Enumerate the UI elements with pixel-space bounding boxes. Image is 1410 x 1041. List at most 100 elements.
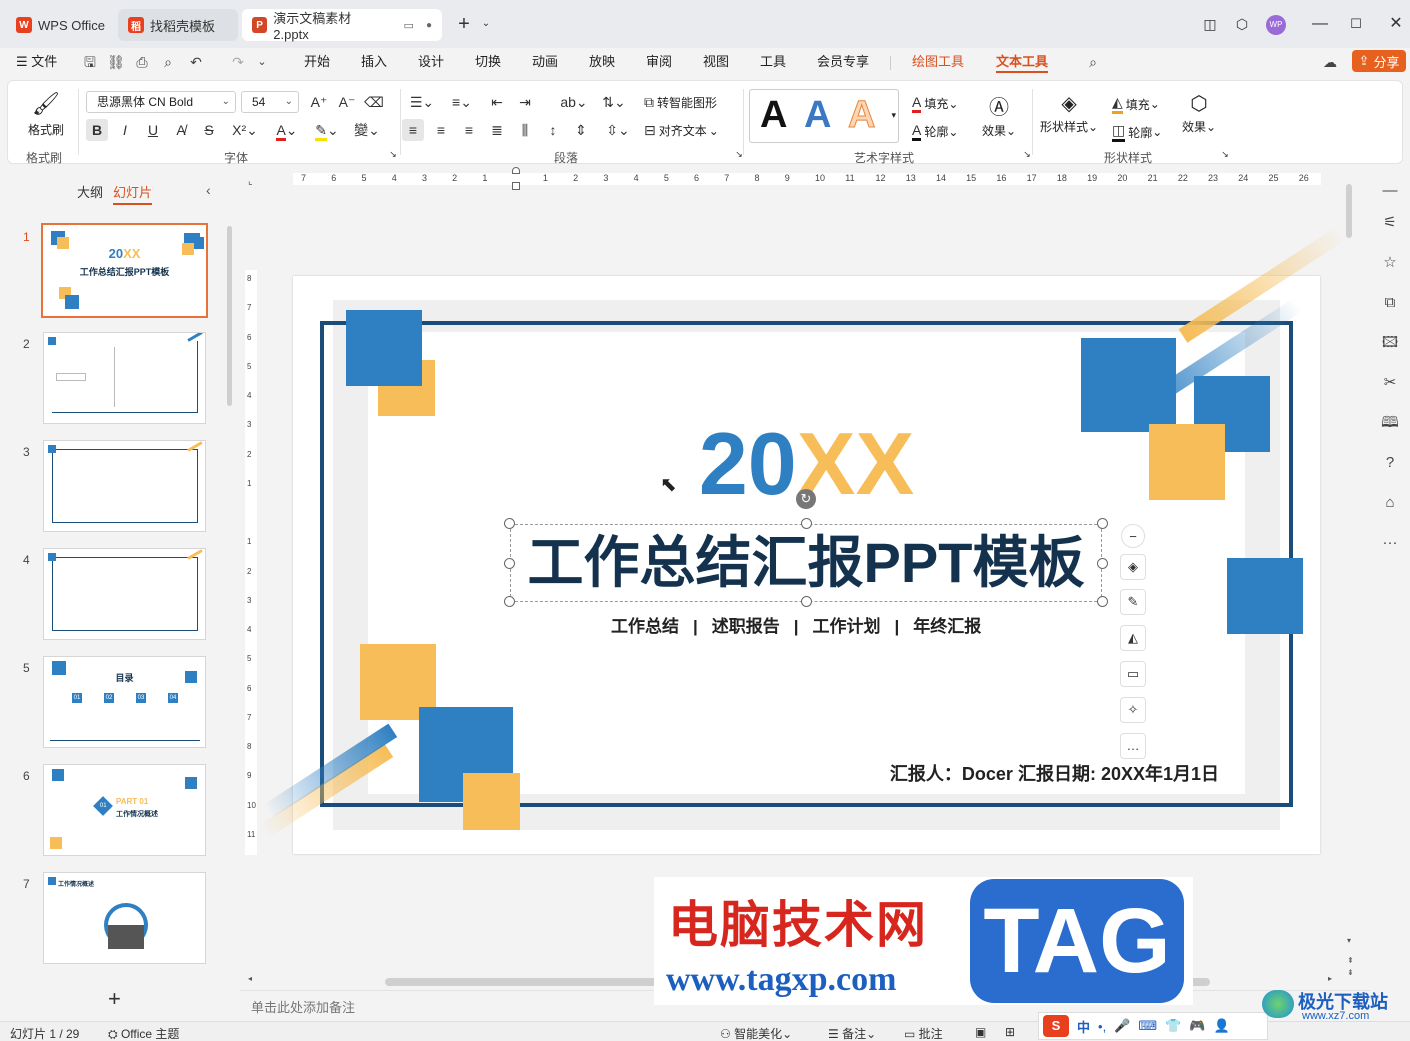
shape-style-button[interactable]: ◈ 形状样式⌄: [1040, 91, 1098, 135]
art-style-blue[interactable]: A: [804, 94, 831, 137]
minimize-button[interactable]: —: [1308, 12, 1332, 36]
panel-scrollbar[interactable]: [227, 226, 232, 406]
print-icon[interactable]: ⎙: [132, 52, 152, 72]
redo-icon[interactable]: ↷: [228, 52, 248, 72]
link-icon[interactable]: ⛓: [106, 52, 126, 72]
avatar[interactable]: WP: [1266, 15, 1286, 35]
slide-title[interactable]: 工作总结汇报PPT模板: [511, 529, 1101, 597]
collapse-panel-icon[interactable]: ‹: [206, 182, 211, 198]
close-button[interactable]: ✕: [1384, 12, 1408, 36]
bold-button[interactable]: B: [86, 119, 108, 141]
indent-marker[interactable]: [512, 167, 522, 195]
normal-view-icon[interactable]: ▣: [975, 1025, 986, 1039]
format-painter-button[interactable]: 🖌 格式刷: [28, 91, 64, 138]
slide-thumbnail-4[interactable]: [43, 548, 206, 640]
art-style-gallery[interactable]: A A A ▾: [749, 89, 899, 143]
tab-docer-templates[interactable]: 稻 找稻壳模板: [118, 9, 238, 41]
text-fill-button[interactable]: A 填充 ⌄: [912, 94, 958, 113]
fill-icon[interactable]: ◭: [1120, 625, 1146, 651]
more-options-icon[interactable]: …: [1120, 733, 1146, 759]
tab-wps-office[interactable]: W WPS Office: [6, 9, 115, 41]
slide-thumbnail-7[interactable]: 工作情况概述: [43, 872, 206, 964]
increase-font-icon[interactable]: A⁺: [308, 91, 330, 113]
menu-text-tools[interactable]: 文本工具: [996, 51, 1049, 73]
vertical-ruler[interactable]: 8 7 6 5 4 3 2 1 1 2 3 4 5 6 7 8 9 10 11: [245, 270, 257, 855]
layers-icon[interactable]: ◈: [1120, 554, 1146, 580]
shadow-button[interactable]: A̸: [170, 119, 192, 141]
cloud-icon[interactable]: ☁: [1320, 52, 1340, 72]
tab-outline[interactable]: 大纲: [77, 182, 103, 201]
superscript-button[interactable]: X²⌄: [228, 119, 262, 141]
keyboard-icon[interactable]: ⌨: [1138, 1018, 1157, 1034]
font-color-button[interactable]: A⌄: [270, 119, 304, 141]
ime-toolbar[interactable]: S 中 •, 🎤 ⌨ 👕 🎮 👤: [1038, 1012, 1268, 1040]
monitor-icon[interactable]: ▭: [404, 19, 414, 32]
search-icon[interactable]: ⌕: [1083, 52, 1103, 72]
pen-icon[interactable]: ✎: [1120, 589, 1146, 615]
comments-button[interactable]: ▭ 批注: [904, 1025, 943, 1041]
slide-thumbnail-5[interactable]: 目录 01 02 03 04: [43, 656, 206, 748]
art-style-black[interactable]: A: [760, 94, 787, 137]
slide-thumbnail-6[interactable]: 01 PART 01 工作情况概述: [43, 764, 206, 856]
help-icon[interactable]: ?: [1379, 452, 1401, 474]
add-slide-button[interactable]: +: [108, 986, 121, 1012]
page-down-icon[interactable]: ⇟: [1347, 968, 1354, 977]
notes-placeholder[interactable]: 单击此处添加备注: [251, 997, 355, 1016]
resize-handle[interactable]: [504, 518, 515, 529]
ime-mode[interactable]: 中: [1077, 1017, 1090, 1036]
menu-member[interactable]: 会员专享: [817, 51, 869, 73]
copy-icon[interactable]: ⧉: [1379, 292, 1401, 314]
menu-drawing-tools[interactable]: 绘图工具: [912, 51, 964, 73]
beautify-button[interactable]: ⚇ 智能美化⌄: [720, 1025, 792, 1041]
user-icon[interactable]: 👤: [1214, 1018, 1230, 1034]
paragraph-spacing-icon[interactable]: ⇕: [570, 119, 592, 141]
skin-icon[interactable]: 👕: [1165, 1018, 1181, 1034]
increase-indent-icon[interactable]: ⇥: [514, 91, 536, 113]
resize-handle[interactable]: [1097, 558, 1108, 569]
notes-toggle-button[interactable]: ☰ 备注⌄: [828, 1025, 876, 1041]
menu-review[interactable]: 审阅: [646, 51, 672, 73]
shape-fill-button[interactable]: ◭ 填充 ⌄: [1112, 94, 1160, 114]
shape-effect-button[interactable]: ⬡ 效果⌄: [1182, 91, 1216, 135]
slide-subtitles[interactable]: 工作总结 | 述职报告 | 工作计划 | 年终汇报: [611, 612, 981, 637]
image-icon[interactable]: 🖾: [1379, 332, 1401, 354]
columns-button[interactable]: ⇳⌄: [602, 119, 634, 141]
sorter-view-icon[interactable]: ⊞: [1005, 1025, 1015, 1039]
new-tab-button[interactable]: +: [452, 12, 476, 36]
collapse-toolbar-button[interactable]: −: [1121, 524, 1145, 548]
tab-presentation[interactable]: P 演示文稿素材2.pptx ▭ ●: [242, 9, 442, 42]
align-right-button[interactable]: ≡: [458, 119, 480, 141]
numbered-list-button[interactable]: ≡⌄: [446, 91, 478, 113]
menu-tools[interactable]: 工具: [760, 51, 786, 73]
title-textbox[interactable]: 工作总结汇报PPT模板: [510, 524, 1102, 602]
menu-animation[interactable]: 动画: [532, 51, 558, 73]
maximize-button[interactable]: ☐: [1344, 12, 1368, 36]
distribute-button[interactable]: ⫼: [514, 119, 536, 141]
unsaved-dot-icon[interactable]: ●: [426, 20, 432, 31]
italic-button[interactable]: I: [114, 119, 136, 141]
slide-thumbnail-2[interactable]: [43, 332, 206, 424]
menu-view[interactable]: 视图: [703, 51, 729, 73]
layout-icon[interactable]: ◫: [1198, 12, 1222, 36]
art-dialog-launcher-icon[interactable]: ↘: [1016, 143, 1038, 165]
slide-thumbnail-3[interactable]: [43, 440, 206, 532]
save-icon[interactable]: 🖫: [80, 52, 100, 72]
text-direction-button[interactable]: ab⌄: [558, 91, 590, 113]
rotate-handle-icon[interactable]: ↻: [796, 489, 816, 509]
current-slide[interactable]: 20XX 工作总结汇报PPT模板 ↻ 工作总结 | 述职报告 | 工作计划 | 年终汇报 汇…: [258, 225, 1347, 854]
art-style-orange[interactable]: A: [847, 94, 875, 137]
theme-button[interactable]: ⛭ Office 主题: [108, 1025, 179, 1041]
collapse-sidebar-icon[interactable]: —: [1379, 180, 1401, 202]
game-icon[interactable]: 🎮: [1189, 1018, 1205, 1034]
bullet-list-button[interactable]: ☰⌄: [406, 91, 438, 113]
punctuation-icon[interactable]: •,: [1098, 1019, 1106, 1034]
mic-icon[interactable]: 🎤: [1114, 1018, 1130, 1034]
highlight-button[interactable]: ✎⌄: [310, 119, 344, 141]
menu-start[interactable]: 开始: [304, 51, 330, 73]
sort-button[interactable]: ⇅⌄: [598, 91, 630, 113]
menu-design[interactable]: 设计: [418, 51, 444, 73]
font-name-select[interactable]: 思源黑体 CN Bold ⌄: [86, 91, 236, 113]
scroll-left-icon[interactable]: ◂: [248, 974, 252, 983]
decrease-font-icon[interactable]: A⁻: [336, 91, 358, 113]
menu-insert[interactable]: 插入: [361, 51, 387, 73]
